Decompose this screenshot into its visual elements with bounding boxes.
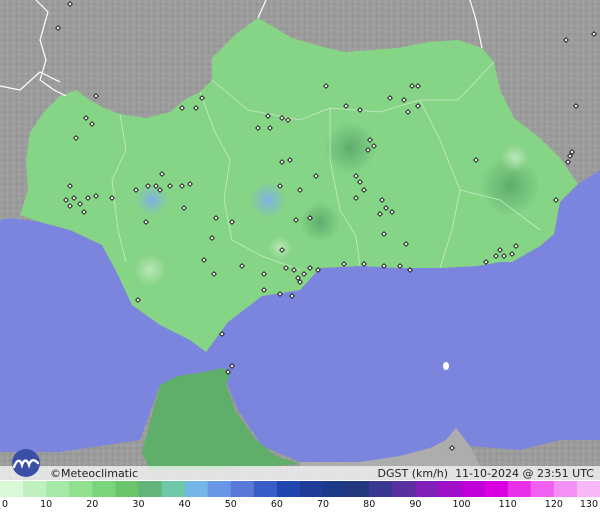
color-scale-tick: 40 [178, 499, 191, 510]
wind-gust-map [0, 0, 600, 480]
islet [443, 362, 449, 370]
color-scale-swatch [276, 481, 301, 497]
color-scale-swatch [438, 481, 463, 497]
color-scale-tick: 120 [544, 499, 563, 510]
color-scale-tick: 30 [132, 499, 145, 510]
color-scale-swatch [576, 481, 600, 497]
color-scale-tick: 70 [317, 499, 330, 510]
color-scale-swatch [415, 481, 440, 497]
color-scale: 0 10 20 30 40 50 60 70 80 90 100 110 120 130 [0, 481, 600, 517]
color-scale-swatch [369, 481, 393, 497]
map-view: ©Meteoclimatic DGST (km/h) 11-10-2024 @ … [0, 0, 600, 517]
color-scale-swatch [392, 481, 416, 497]
color-scale-swatch [507, 481, 532, 497]
color-scale-swatch [207, 481, 232, 497]
color-scale-swatch [230, 481, 255, 497]
brand-name: Meteoclimatic [61, 467, 139, 480]
color-scale-swatch [69, 481, 93, 497]
color-scale-swatch [0, 481, 24, 497]
color-scale-tick: 90 [409, 499, 422, 510]
copyright-symbol: © [50, 467, 61, 480]
color-scale-tick: 100 [452, 499, 471, 510]
variable-label: DGST (km/h) [377, 467, 449, 480]
color-scale-swatch [46, 481, 70, 497]
color-scale-swatch [323, 481, 347, 497]
color-scale-swatch [484, 481, 509, 497]
color-scale-swatch [138, 481, 163, 497]
color-scale-swatch [184, 481, 209, 497]
color-scale-tick: 20 [86, 499, 99, 510]
map-stamp: DGST (km/h) 11-10-2024 @ 23:51 UTC [378, 467, 594, 480]
color-scale-swatch [115, 481, 140, 497]
color-scale-swatch [253, 481, 278, 497]
color-scale-tick: 80 [363, 499, 376, 510]
color-scale-tick: 10 [40, 499, 53, 510]
color-scale-tick: 110 [498, 499, 517, 510]
color-scale-swatch [300, 481, 324, 497]
color-scale-tick: 50 [224, 499, 237, 510]
color-scale-tick: 130 [579, 499, 598, 510]
color-scale-swatch [346, 481, 370, 497]
color-scale-swatch [23, 481, 47, 497]
meteoclimatic-logo-icon [12, 449, 40, 477]
color-scale-tick: 0 [2, 499, 9, 510]
color-scale-swatch [461, 481, 486, 497]
color-scale-swatch [161, 481, 186, 497]
color-scale-swatch [92, 481, 116, 497]
brand-label: ©Meteoclimatic [50, 467, 138, 480]
color-scale-bar [0, 481, 600, 497]
color-scale-swatch [530, 481, 555, 497]
datetime-label: 11-10-2024 @ 23:51 UTC [455, 467, 594, 480]
color-scale-tick: 60 [270, 499, 283, 510]
color-scale-swatch [553, 481, 578, 497]
